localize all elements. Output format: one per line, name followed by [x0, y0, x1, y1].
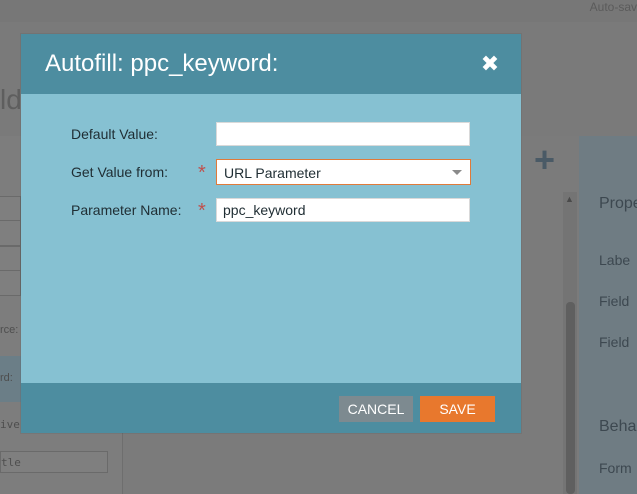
default-value-label: Default Value: — [71, 126, 158, 142]
dialog-footer: CANCEL SAVE — [21, 383, 521, 433]
field-active-label: ive — [0, 418, 20, 431]
field-list-item — [0, 246, 21, 272]
default-value-row: Default Value: — [21, 122, 521, 148]
required-star-icon: * — [198, 162, 206, 184]
plus-icon: + — [534, 139, 556, 180]
get-value-from-row: Get Value from: * URL Parameter — [21, 159, 521, 186]
dialog-header: Autofill: ppc_keyword: ✖ — [21, 34, 521, 94]
scroll-thumb — [566, 302, 575, 494]
save-button[interactable]: SAVE — [420, 396, 495, 422]
autosave-status: Auto-sav — [589, 0, 637, 14]
property-form: Form — [599, 460, 632, 476]
dialog-title: Autofill: ppc_keyword: — [45, 50, 279, 77]
field-list-item — [0, 270, 21, 296]
autofill-dialog: Autofill: ppc_keyword: ✖ Default Value: … — [21, 34, 521, 433]
cancel-button[interactable]: CANCEL — [339, 396, 413, 422]
parameter-name-row: Parameter Name: * — [21, 198, 521, 224]
property-field-1: Field — [599, 293, 630, 309]
default-value-input[interactable] — [216, 122, 470, 146]
get-value-from-select[interactable]: URL Parameter — [216, 159, 471, 185]
close-icon[interactable]: ✖ — [479, 52, 501, 76]
field-list-item — [0, 196, 21, 222]
required-star-icon: * — [198, 200, 206, 222]
property-field-2: Field — [599, 334, 630, 350]
page-title-fragment: ld — [0, 84, 22, 115]
field-title-input: tle — [0, 451, 108, 473]
field-list-item — [0, 220, 21, 246]
get-value-from-label: Get Value from: — [71, 164, 169, 180]
field-title-input-value: tle — [1, 456, 21, 469]
behavior-heading: Beha — [599, 418, 637, 435]
top-bar: Auto-sav — [0, 0, 637, 22]
chevron-down-icon — [452, 170, 462, 175]
field-source-label: rce: — [0, 324, 19, 336]
dialog-body: Default Value: Get Value from: * URL Par… — [21, 94, 521, 383]
properties-panel — [579, 136, 637, 494]
field-keyword-label: rd: — [0, 372, 13, 384]
properties-heading: Prope — [599, 195, 637, 212]
parameter-name-input[interactable] — [216, 198, 470, 222]
property-label: Labe — [599, 252, 631, 268]
parameter-name-label: Parameter Name: — [71, 202, 182, 218]
get-value-from-selected: URL Parameter — [224, 165, 321, 181]
scroll-up-icon: ▲ — [565, 194, 574, 204]
